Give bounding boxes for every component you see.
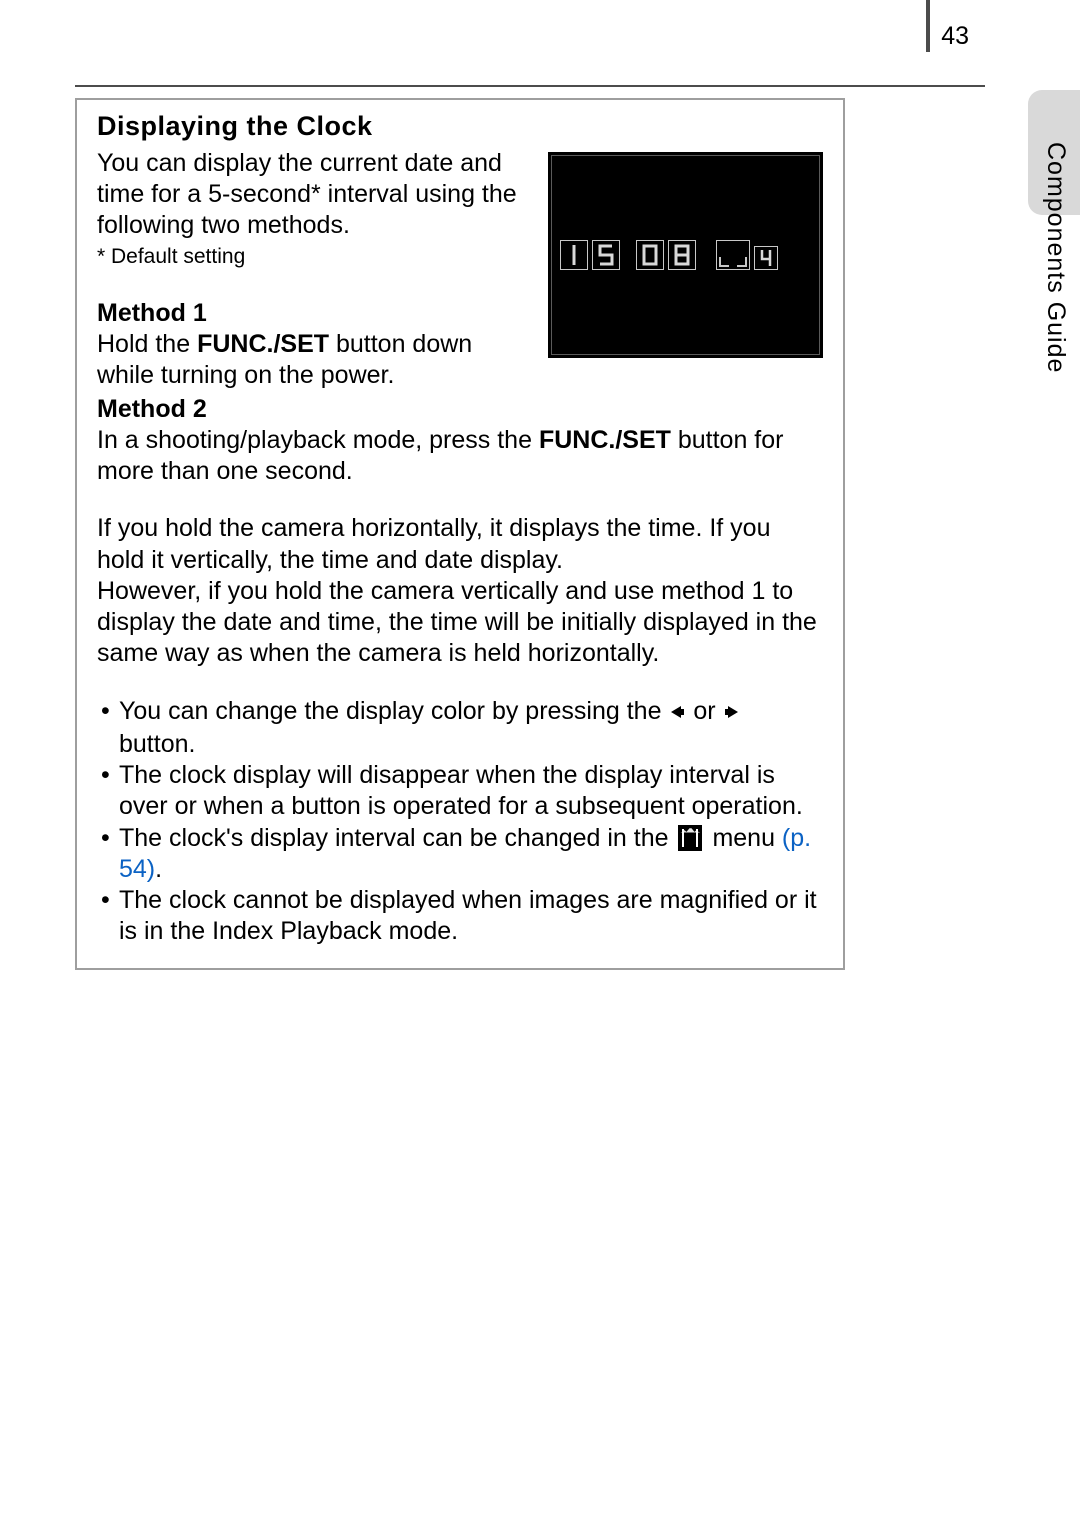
method1-pre: Hold the	[97, 330, 197, 358]
intro-text: You can display the current date and tim…	[97, 148, 527, 242]
b1-mid: or	[693, 697, 722, 725]
digit-1	[560, 240, 588, 270]
method2-body: In a shooting/playback mode, press the F…	[97, 425, 823, 488]
orientation-para: If you hold the camera horizontally, it …	[97, 513, 823, 669]
footnote-default: * Default setting	[97, 244, 527, 270]
header-rule	[75, 85, 985, 87]
left-arrow-icon	[668, 698, 686, 729]
clock-display-figure	[548, 152, 823, 358]
digit-0	[636, 240, 664, 270]
b3-pre: The clock's display interval can be chan…	[119, 824, 675, 852]
b3-end: .	[155, 855, 162, 883]
method2-heading: Method 2	[97, 394, 823, 425]
setup-menu-icon	[678, 825, 702, 851]
method2-pre: In a shooting/playback mode, press the	[97, 426, 539, 454]
section-title: Displaying the Clock	[97, 110, 823, 144]
note-color-change: You can change the display color by pres…	[97, 696, 823, 761]
section-panel: Displaying the Clock	[75, 98, 845, 970]
func-set-label-2: FUNC./SET	[539, 426, 671, 454]
method1-heading: Method 1	[97, 298, 527, 329]
page-number: 43	[941, 22, 969, 51]
digit-seconds	[754, 246, 778, 270]
b1-pre: You can change the display color by pres…	[119, 697, 668, 725]
note-magnified: The clock cannot be displayed when image…	[97, 885, 823, 948]
note-interval-menu: The clock's display interval can be chan…	[97, 823, 823, 886]
digit-5	[592, 240, 620, 270]
side-tab-label: Components Guide	[1041, 142, 1070, 373]
digit-8	[668, 240, 696, 270]
page-header: 43	[75, 0, 985, 85]
func-set-label: FUNC./SET	[197, 330, 329, 358]
b3-post: menu	[712, 824, 781, 852]
clock-digits	[560, 240, 811, 270]
method1-body: Hold the FUNC./SET button down while tur…	[97, 329, 527, 392]
header-divider	[926, 0, 930, 52]
notes-list: You can change the display color by pres…	[97, 696, 823, 948]
note-disappear: The clock display will disappear when th…	[97, 760, 823, 823]
digit-blank	[716, 240, 750, 270]
b1-post: button.	[119, 730, 195, 758]
right-arrow-icon	[723, 698, 741, 729]
